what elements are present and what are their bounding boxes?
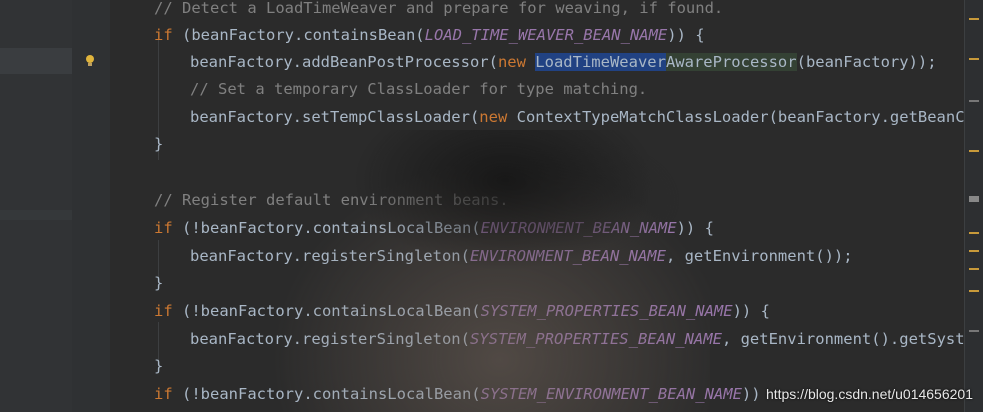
code-line-11: if (!beanFactory.containsLocalBean(SYSTE… bbox=[154, 298, 770, 325]
error-stripe-scrollbar[interactable] bbox=[964, 0, 983, 412]
stripe-marker[interactable] bbox=[969, 232, 979, 234]
code-line-10: } bbox=[154, 270, 163, 297]
code-line-6: } bbox=[154, 131, 163, 158]
code-line-12: beanFactory.registerSingleton(SYSTEM_PRO… bbox=[190, 326, 965, 353]
keyword-if: if bbox=[154, 385, 173, 403]
stripe-marker[interactable] bbox=[969, 250, 979, 252]
gutter-band bbox=[0, 210, 72, 220]
stripe-marker[interactable] bbox=[969, 100, 979, 102]
code-line-3: beanFactory.addBeanPostProcessor(new Loa… bbox=[190, 49, 937, 76]
code-text: , getEnvironment()); bbox=[665, 247, 853, 265]
line-number-gutter bbox=[0, 0, 72, 412]
code-text: (!beanFactory.containsLocalBean( bbox=[172, 385, 481, 403]
keyword-if: if bbox=[154, 26, 173, 44]
constant-name: LOAD_TIME_WEAVER_BEAN_NAME bbox=[424, 26, 668, 44]
constant-name: ENVIRONMENT_BEAN_NAME bbox=[480, 219, 677, 237]
scroll-thumb[interactable] bbox=[969, 196, 979, 202]
code-text: )) { bbox=[667, 26, 705, 44]
code-text: beanFactory.registerSingleton( bbox=[190, 330, 470, 348]
code-line-1: // Detect a LoadTimeWeaver and prepare f… bbox=[154, 0, 723, 22]
code-text: (!beanFactory.containsLocalBean( bbox=[172, 302, 481, 320]
constant-name: SYSTEM_PROPERTIES_BEAN_NAME bbox=[469, 330, 722, 348]
code-text: )) bbox=[741, 385, 761, 403]
code-text: beanFactory.setTempClassLoader( bbox=[190, 108, 480, 126]
stripe-marker[interactable] bbox=[969, 330, 979, 332]
stripe-marker[interactable] bbox=[969, 18, 979, 20]
stripe-marker[interactable] bbox=[969, 150, 979, 152]
comment-text: // Set a temporary ClassLoader for type … bbox=[190, 80, 648, 98]
code-text: beanFactory.registerSingleton( bbox=[190, 247, 470, 265]
comment-text: // Register default environment beans. bbox=[154, 191, 509, 209]
code-text: beanFactory.addBeanPostProcessor( bbox=[190, 53, 498, 71]
code-line-9: beanFactory.registerSingleton(ENVIRONMEN… bbox=[190, 243, 853, 270]
keyword-new: new bbox=[479, 108, 508, 126]
code-text: )) { bbox=[732, 302, 770, 320]
closing-brace: } bbox=[154, 357, 164, 375]
code-text: (!beanFactory.containsLocalBean( bbox=[172, 219, 481, 237]
stripe-marker[interactable] bbox=[969, 290, 979, 292]
stripe-marker[interactable] bbox=[969, 58, 979, 60]
keyword-new: new bbox=[497, 53, 526, 71]
code-line-7: // Register default environment beans. bbox=[154, 187, 509, 214]
highlighted-text: AwareProcessor bbox=[665, 53, 797, 71]
code-line-5: beanFactory.setTempClassLoader(new Conte… bbox=[190, 104, 965, 131]
keyword-if: if bbox=[154, 302, 173, 320]
stripe-marker[interactable] bbox=[969, 268, 979, 270]
code-editor[interactable]: // Detect a LoadTimeWeaver and prepare f… bbox=[110, 0, 965, 412]
constant-name: SYSTEM_PROPERTIES_BEAN_NAME bbox=[480, 302, 733, 320]
code-text: )) { bbox=[676, 219, 714, 237]
keyword-if: if bbox=[154, 219, 173, 237]
code-line-2: if (beanFactory.containsBean(LOAD_TIME_W… bbox=[154, 22, 705, 49]
code-line-13: } bbox=[154, 353, 163, 380]
constant-name: ENVIRONMENT_BEAN_NAME bbox=[469, 247, 666, 265]
code-text: ContextTypeMatchClassLoader(beanFactory.… bbox=[507, 108, 965, 126]
code-text: , getEnvironment().getSystem bbox=[721, 330, 965, 348]
code-text: (beanFactory)); bbox=[796, 53, 937, 71]
gutter-current-line bbox=[0, 48, 72, 74]
lightbulb-icon[interactable] bbox=[84, 53, 96, 67]
watermark-url: https://blog.csdn.net/u014656201 bbox=[765, 386, 973, 402]
code-line-14: if (!beanFactory.containsLocalBean(SYSTE… bbox=[154, 381, 761, 408]
constant-name: SYSTEM_ENVIRONMENT_BEAN_NAME bbox=[480, 385, 742, 403]
code-line-8: if (!beanFactory.containsLocalBean(ENVIR… bbox=[154, 215, 714, 242]
code-line-4: // Set a temporary ClassLoader for type … bbox=[190, 76, 647, 103]
comment-text: // Detect a LoadTimeWeaver and prepare f… bbox=[154, 0, 724, 17]
closing-brace: } bbox=[154, 135, 164, 153]
code-text: (beanFactory.containsBean( bbox=[172, 26, 425, 44]
selected-text: LoadTimeWeaver bbox=[535, 53, 666, 71]
closing-brace: } bbox=[154, 274, 164, 292]
